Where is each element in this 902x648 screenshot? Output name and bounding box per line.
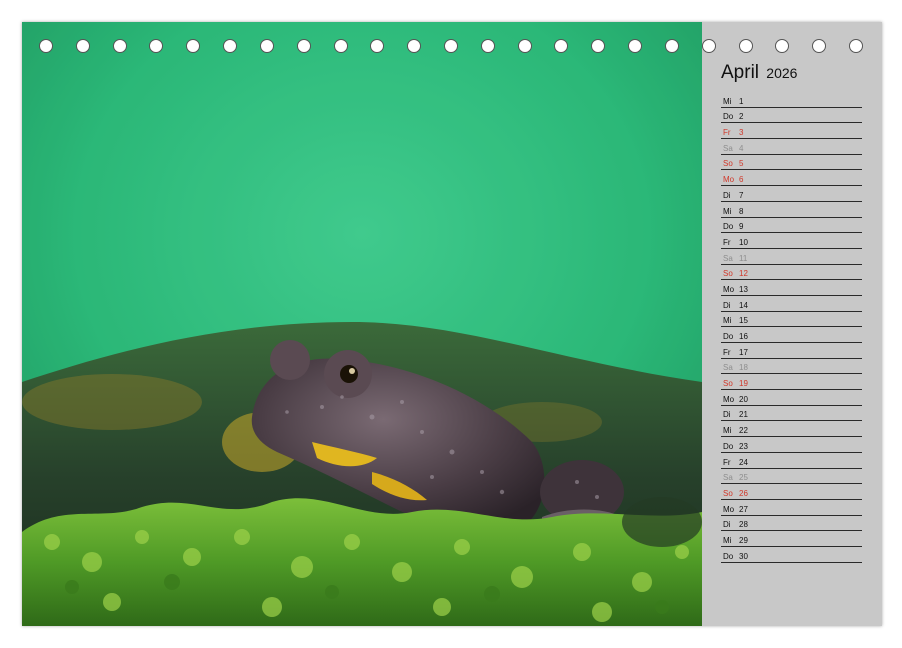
day-number: 26 [739, 489, 748, 498]
day-row: So 19 [721, 374, 862, 390]
day-number: 7 [739, 191, 743, 200]
day-row: Fr 24 [721, 453, 862, 469]
day-number: 22 [739, 426, 748, 435]
weekday-label: Do [723, 442, 733, 451]
weekday-label: Di [723, 410, 731, 419]
day-row: Di 28 [721, 516, 862, 532]
day-number: 12 [739, 269, 748, 278]
weekday-label: Mo [723, 285, 734, 294]
day-row: Do 30 [721, 547, 862, 563]
day-row: Sa 25 [721, 469, 862, 485]
weekday-label: Mo [723, 175, 734, 184]
day-number: 6 [739, 175, 743, 184]
day-row: Do 9 [721, 218, 862, 234]
day-row: Do 23 [721, 437, 862, 453]
weekday-label: Di [723, 520, 731, 529]
month-name: April [721, 62, 759, 83]
day-row: Sa 4 [721, 139, 862, 155]
day-row: Mo 20 [721, 390, 862, 406]
weekday-label: Fr [723, 348, 731, 357]
day-number: 29 [739, 536, 748, 545]
day-row: Mi 1 [721, 92, 862, 108]
weekday-label: Mi [723, 97, 731, 106]
calendar-photo [22, 22, 702, 626]
day-row: Mi 8 [721, 202, 862, 218]
day-number: 25 [739, 473, 748, 482]
day-number: 28 [739, 520, 748, 529]
day-number: 2 [739, 112, 743, 121]
day-row: So 5 [721, 155, 862, 171]
weekday-label: Do [723, 332, 733, 341]
day-number: 30 [739, 552, 748, 561]
day-row: So 12 [721, 265, 862, 281]
day-number: 10 [739, 238, 748, 247]
day-number: 16 [739, 332, 748, 341]
weekday-label: Di [723, 191, 731, 200]
weekday-label: Do [723, 112, 733, 121]
month-heading: April 2026 [721, 62, 797, 84]
day-number: 15 [739, 316, 748, 325]
day-number: 9 [739, 222, 743, 231]
day-row: Di 21 [721, 406, 862, 422]
day-number: 13 [739, 285, 748, 294]
weekday-label: Sa [723, 144, 733, 153]
day-row: Do 16 [721, 327, 862, 343]
weekday-label: Sa [723, 473, 733, 482]
day-row: Di 14 [721, 296, 862, 312]
day-row: Fr 17 [721, 343, 862, 359]
weekday-label: Mo [723, 395, 734, 404]
day-row: Do 2 [721, 108, 862, 124]
weekday-label: Di [723, 301, 731, 310]
day-number: 14 [739, 301, 748, 310]
day-number: 1 [739, 97, 743, 106]
day-number: 11 [739, 254, 747, 263]
weekday-label: Sa [723, 363, 733, 372]
day-row: Mo 13 [721, 280, 862, 296]
day-row: Mo 6 [721, 170, 862, 186]
year-label: 2026 [766, 65, 797, 81]
day-number: 19 [739, 379, 748, 388]
weekday-label: So [723, 489, 733, 498]
day-row: Fr 10 [721, 233, 862, 249]
day-number: 20 [739, 395, 748, 404]
weekday-label: Do [723, 222, 733, 231]
weekday-label: So [723, 379, 733, 388]
weekday-label: Fr [723, 128, 731, 137]
day-row: Mi 29 [721, 531, 862, 547]
day-row: Di 7 [721, 186, 862, 202]
toad-on-moss-image [22, 22, 702, 626]
day-number: 18 [739, 363, 748, 372]
weekday-label: Fr [723, 238, 731, 247]
weekday-label: Fr [723, 458, 731, 467]
day-number: 23 [739, 442, 748, 451]
day-row: Mo 27 [721, 500, 862, 516]
day-number: 3 [739, 128, 743, 137]
weekday-label: Mi [723, 207, 731, 216]
day-number: 24 [739, 458, 748, 467]
day-number: 17 [739, 348, 748, 357]
day-number: 8 [739, 207, 743, 216]
day-row: So 26 [721, 484, 862, 500]
calendar-sidebar: April 2026 Mi1Do2Fr3Sa4So5Mo6Di7Mi8Do9Fr… [702, 22, 882, 626]
day-list: Mi 1 Do 2 Fr 3 Sa 4 So 5 Mo 6 Di 7 Mi 8 Do 9 Fr 10 Sa 11 So 12 M… [721, 92, 862, 563]
day-number: 4 [739, 144, 743, 153]
weekday-label: Do [723, 552, 733, 561]
day-number: 5 [739, 159, 743, 168]
day-number: 27 [739, 505, 748, 514]
day-row: Sa 18 [721, 359, 862, 375]
weekday-label: Mi [723, 426, 731, 435]
day-number: 21 [739, 410, 748, 419]
weekday-label: Sa [723, 254, 733, 263]
day-row: Mi 15 [721, 312, 862, 328]
day-row: Mi 22 [721, 421, 862, 437]
day-row: Sa 11 [721, 249, 862, 265]
calendar-page: April 2026 Mi1Do2Fr3Sa4So5Mo6Di7Mi8Do9Fr… [22, 22, 882, 626]
weekday-label: So [723, 159, 733, 168]
weekday-label: Mo [723, 505, 734, 514]
day-row: Fr 3 [721, 123, 862, 139]
weekday-label: Mi [723, 316, 731, 325]
weekday-label: So [723, 269, 733, 278]
weekday-label: Mi [723, 536, 731, 545]
